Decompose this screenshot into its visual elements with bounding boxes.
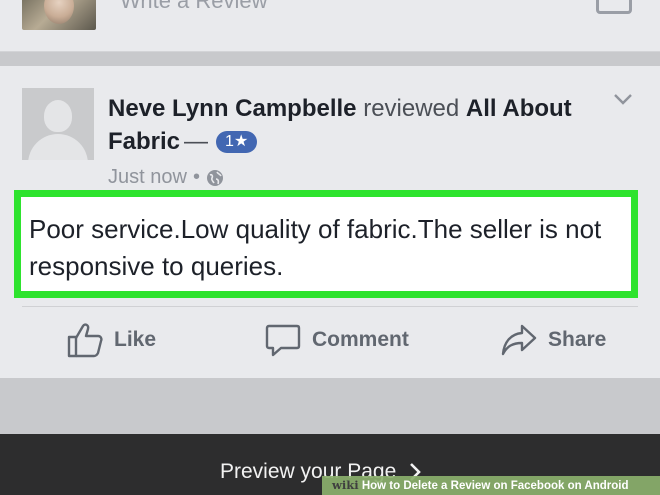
- like-label: Like: [114, 328, 157, 351]
- wikihow-caption: wiki How to Delete a Review on Facebook …: [322, 476, 660, 495]
- star-icon: ★: [233, 133, 249, 150]
- share-arrow-icon: [501, 324, 537, 356]
- review-body-text: Poor service.Low quality of fabric.The s…: [29, 214, 602, 281]
- write-review-strip: Write a Review: [0, 0, 660, 52]
- reviewer-name-link[interactable]: Neve Lynn Campbelle: [108, 95, 357, 122]
- like-button[interactable]: Like: [66, 322, 156, 358]
- review-card: Neve Lynn Campbelle reviewed All About F…: [0, 66, 660, 378]
- rating-value: 1: [225, 133, 234, 150]
- caption-text: How to Delete a Review on Facebook on An…: [361, 480, 629, 492]
- comment-label: Comment: [312, 328, 409, 351]
- silhouette-shoulders: [28, 134, 88, 160]
- globe-icon: [206, 169, 223, 186]
- chevron-down-icon[interactable]: [612, 88, 634, 110]
- thumbs-up-icon: [67, 323, 103, 358]
- timestamp[interactable]: Just now: [108, 166, 187, 189]
- dot-separator: •: [192, 166, 200, 188]
- review-headline: Neve Lynn Campbelle reviewed All About F…: [108, 92, 578, 158]
- user-avatar: [22, 0, 96, 30]
- reviewer-avatar[interactable]: [22, 88, 94, 160]
- speech-bubble-icon: [265, 324, 301, 357]
- divider: [22, 306, 638, 307]
- feed-background: [0, 378, 660, 434]
- photo-icon[interactable]: [596, 0, 632, 14]
- review-text-highlight: Poor service.Low quality of fabric.The s…: [14, 190, 638, 298]
- silhouette-head: [44, 100, 72, 132]
- section-separator: [0, 52, 660, 66]
- write-review-input[interactable]: Write a Review: [120, 0, 268, 14]
- timestamp-row: Just now •: [108, 166, 224, 189]
- reviewed-verb: reviewed: [363, 95, 460, 122]
- wikihow-logo: wiki: [332, 478, 359, 492]
- rating-badge: 1★: [216, 131, 258, 153]
- separator-dash: —: [184, 128, 209, 155]
- share-label: Share: [548, 328, 607, 351]
- share-button[interactable]: Share: [500, 322, 606, 358]
- comment-button[interactable]: Comment: [264, 322, 409, 358]
